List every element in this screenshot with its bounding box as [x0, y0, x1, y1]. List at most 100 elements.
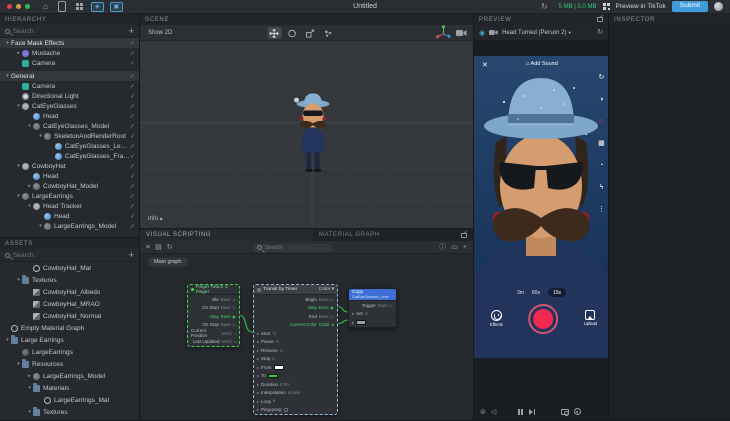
- exec-port-icon[interactable]: ○: [234, 331, 236, 336]
- popout-icon[interactable]: [461, 233, 467, 238]
- tree-row[interactable]: Head✓: [0, 211, 139, 221]
- graph-info-icon[interactable]: ⓘ: [439, 241, 446, 254]
- input-port-icon[interactable]: ▸: [257, 399, 259, 404]
- fit-view-icon[interactable]: ▭: [451, 241, 458, 254]
- tree-row[interactable]: ▾SkeletonAndRenderRoot✓: [0, 131, 139, 141]
- visibility-check-icon[interactable]: ✓: [130, 173, 139, 180]
- exec-port-icon[interactable]: ▷: [233, 322, 236, 327]
- node-finger-touch[interactable]: Finger Touch 1-Finger IdleExec▷On StartE…: [187, 284, 240, 347]
- speed-icon[interactable]: ◑: [599, 96, 603, 104]
- device-preview-icon[interactable]: [58, 1, 66, 12]
- tree-row[interactable]: ▾Head Tracker✓: [0, 201, 139, 211]
- tree-row[interactable]: ▾Face Mask Effects✓: [0, 38, 139, 48]
- input-port-icon[interactable]: ▸: [352, 320, 354, 325]
- dropdown-icon[interactable]: ▾: [273, 398, 275, 404]
- flash-icon[interactable]: ϟ: [600, 184, 604, 192]
- reset-preview-icon[interactable]: ⊘: [480, 408, 486, 416]
- exec-port-icon[interactable]: ▷: [331, 297, 334, 302]
- exec-port-icon[interactable]: ▷: [390, 303, 393, 308]
- graph-canvas[interactable]: Main graph Finger Touch 1-Finger IdleExe…: [140, 254, 473, 420]
- tree-row[interactable]: ▸LargeEarrings_Model: [0, 370, 139, 382]
- tree-row[interactable]: ▾LargeEarrings_Model✓: [0, 221, 139, 231]
- tree-row[interactable]: Camera✓: [0, 58, 139, 68]
- visibility-check-icon[interactable]: ✓: [130, 93, 139, 100]
- step-forward-icon[interactable]: [529, 409, 535, 415]
- visibility-check-icon[interactable]: ✓: [130, 133, 139, 140]
- expander-icon[interactable]: ▾: [15, 193, 22, 199]
- tree-row[interactable]: Empty Material Graph: [0, 322, 139, 334]
- visibility-check-icon[interactable]: ✓: [130, 50, 139, 57]
- tree-row[interactable]: ▾General✓: [0, 71, 139, 81]
- scale-tool-icon[interactable]: [303, 27, 317, 39]
- hierarchy-search-input[interactable]: [13, 28, 129, 35]
- expander-icon[interactable]: ▾: [15, 103, 22, 109]
- expander-icon[interactable]: ▾: [4, 73, 11, 79]
- expander-icon[interactable]: ▾: [26, 385, 33, 391]
- refresh-icon[interactable]: ↻: [541, 0, 548, 14]
- tree-row[interactable]: CatEyeGlasses_Frame_Mesh✓: [0, 151, 139, 161]
- graph-search-input[interactable]: [265, 245, 329, 251]
- more-icon[interactable]: ⋮: [598, 206, 605, 214]
- visibility-check-icon[interactable]: ✓: [130, 153, 139, 160]
- visibility-check-icon[interactable]: ✓: [130, 60, 139, 67]
- value-field[interactable]: 0.00: [280, 382, 289, 387]
- visibility-check-icon[interactable]: ✓: [130, 203, 139, 210]
- apps-grid-icon[interactable]: [76, 3, 83, 10]
- pause-icon[interactable]: [518, 409, 523, 415]
- input-port-icon[interactable]: ▸: [257, 390, 259, 395]
- checkbox[interactable]: [284, 408, 288, 412]
- record-button[interactable]: [528, 304, 558, 334]
- panels-layout-toggle-icon[interactable]: ▣: [110, 2, 123, 12]
- tree-row[interactable]: LargeEarrings_Mat: [0, 394, 139, 406]
- tree-row[interactable]: ▾CatEyeGlasses_Model✓: [0, 121, 139, 131]
- tree-row[interactable]: ▾LargeEarrings✓: [0, 191, 139, 201]
- tree-row[interactable]: ▾Large Earrings: [0, 334, 139, 346]
- tree-row[interactable]: ▸Mustache✓: [0, 48, 139, 58]
- node-list-icon[interactable]: ≡: [146, 241, 150, 254]
- close-window-icon[interactable]: [7, 4, 12, 9]
- input-port-icon[interactable]: ▸: [352, 311, 354, 316]
- tree-row[interactable]: CatEyeGlasses_Lens_Mesh✓: [0, 141, 139, 151]
- scene-viewport[interactable]: Info ▴: [140, 41, 473, 228]
- expander-icon[interactable]: ▾: [26, 123, 33, 129]
- visibility-check-icon[interactable]: ✓: [130, 193, 139, 200]
- tree-row[interactable]: CowboyHat_Mat: [0, 262, 139, 274]
- input-port-icon[interactable]: ▸: [257, 356, 259, 361]
- value-field[interactable]: Linear: [288, 390, 301, 395]
- minimize-window-icon[interactable]: [16, 4, 21, 9]
- visibility-check-icon[interactable]: ✓: [130, 73, 139, 80]
- input-port-icon[interactable]: ▸: [257, 382, 259, 387]
- preview-in-tiktok-button[interactable]: Preview in TikTok: [616, 3, 666, 10]
- tree-row[interactable]: ▸CowboyHat_Model✓: [0, 181, 139, 191]
- expander-icon[interactable]: ▸: [26, 373, 33, 379]
- upload-button[interactable]: Upload: [584, 310, 597, 326]
- record-preview-icon[interactable]: [574, 408, 581, 415]
- visibility-check-icon[interactable]: ✓: [130, 143, 139, 150]
- expander-icon[interactable]: ▸: [26, 183, 33, 189]
- scene-camera-icon[interactable]: [456, 29, 467, 37]
- tree-row[interactable]: LargeEarrings: [0, 346, 139, 358]
- color-swatch[interactable]: [356, 320, 366, 325]
- exec-port-icon[interactable]: ▷: [233, 297, 236, 302]
- subgraph-icon[interactable]: ▤: [155, 241, 162, 254]
- add-sound-button[interactable]: ♫ Add Sound: [525, 61, 558, 67]
- expander-icon[interactable]: ▾: [15, 277, 22, 283]
- expander-icon[interactable]: ▾: [4, 40, 11, 46]
- submit-button[interactable]: Submit: [672, 1, 708, 12]
- visibility-check-icon[interactable]: ✓: [130, 163, 139, 170]
- node-variant-dropdown[interactable]: Color ▾: [319, 287, 334, 292]
- tab-material-graph[interactable]: MATERIAL GRAPH: [313, 229, 473, 241]
- time-option[interactable]: 60s: [532, 290, 540, 296]
- exec-port-icon[interactable]: ●: [332, 322, 334, 327]
- info-dropdown[interactable]: Info ▴: [148, 215, 163, 222]
- visibility-check-icon[interactable]: ✓: [130, 113, 139, 120]
- show-2d-toggle[interactable]: Show 2D: [140, 30, 172, 36]
- flip-camera-icon[interactable]: ↻: [598, 74, 604, 82]
- color-swatch[interactable]: [268, 374, 278, 379]
- tree-row[interactable]: CowboyHat_Albedo: [0, 286, 139, 298]
- preview-refresh-icon[interactable]: ↻: [597, 26, 603, 39]
- exec-port-icon[interactable]: ▷: [331, 314, 334, 319]
- expander-icon[interactable]: ▾: [15, 163, 22, 169]
- tree-row[interactable]: ▾Resources: [0, 358, 139, 370]
- visibility-check-icon[interactable]: ✓: [130, 223, 139, 230]
